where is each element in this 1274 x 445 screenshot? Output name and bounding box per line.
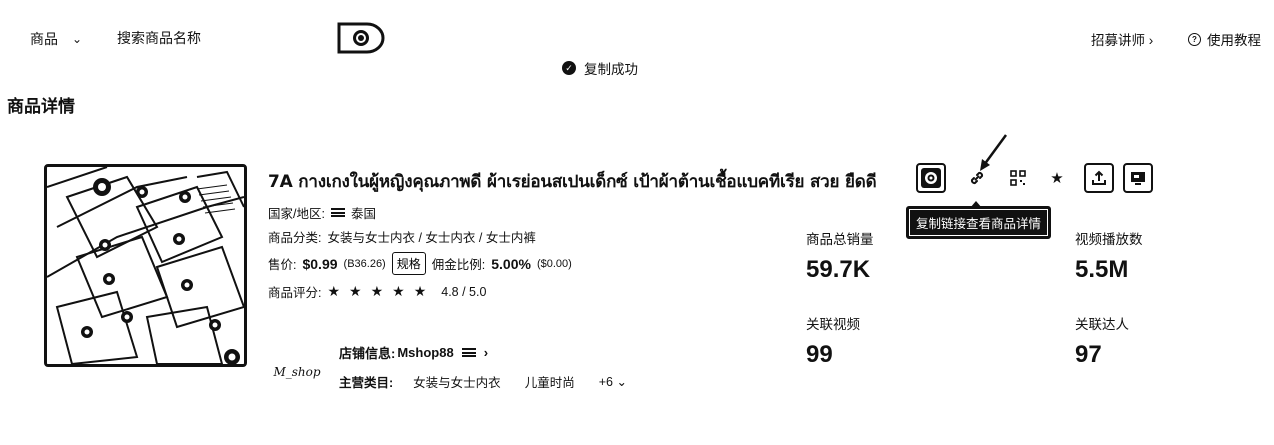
shop-category-tag[interactable]: 儿童时尚	[525, 372, 575, 391]
shop-logo[interactable]: M_shop	[266, 350, 328, 394]
category-value[interactable]: 女装与女士内衣 / 女士内衣 / 女士内裤	[327, 227, 535, 246]
shop-info-link[interactable]: 店铺信息: Mshop88 ›	[339, 343, 488, 362]
screen-icon[interactable]	[1123, 163, 1153, 193]
recruit-label: 招募讲师	[1091, 33, 1145, 48]
related-videos-label: 关联视频	[806, 317, 860, 332]
total-sales-value: 59.7K	[806, 256, 871, 283]
commission-value: 5.00%	[491, 255, 531, 272]
chevron-down-icon: ⌄	[72, 32, 83, 46]
search-scope-label: 商品	[30, 31, 58, 47]
thailand-flag-icon	[461, 348, 476, 357]
recruit-lecturer-link[interactable]: 招募讲师 ›	[1091, 29, 1153, 49]
main-category-label: 主营类目:	[339, 376, 394, 390]
total-sales-label: 商品总销量	[806, 232, 874, 247]
video-views-label: 视频播放数	[1075, 232, 1143, 247]
shop-info-label: 店铺信息:	[339, 346, 396, 361]
country-row: 国家/地区: 泰国	[268, 203, 376, 222]
tutorial-label: 使用教程	[1207, 33, 1261, 48]
country-label: 国家/地区:	[268, 207, 325, 221]
category-row: 商品分类: 女装与女士内衣 / 女士内衣 / 女士内裤	[268, 227, 536, 246]
more-count: +6	[598, 375, 613, 389]
page-title: 商品详情	[7, 97, 75, 116]
star-rating-icon: ★★★★★	[327, 283, 436, 299]
chevron-down-icon: ⌄	[616, 375, 627, 389]
help-circle-icon: ?	[1188, 32, 1201, 46]
shop-name: Mshop88	[397, 345, 454, 360]
price-row: 售价: $0.99 (B36.26) 规格 佣金比例: 5.00% ($0.00…	[268, 252, 572, 275]
price-value: $0.99	[302, 255, 338, 272]
toast-text: 复制成功	[584, 62, 638, 77]
related-creators-label: 关联达人	[1075, 317, 1129, 332]
commission-label: 佣金比例:	[431, 258, 486, 272]
chevron-right-icon: ›	[483, 345, 489, 360]
video-views-value: 5.5M	[1075, 256, 1129, 283]
more-categories-button[interactable]: +6 ⌄	[599, 374, 627, 389]
export-icon[interactable]	[1084, 163, 1114, 193]
star-icon[interactable]: ★	[1042, 163, 1072, 193]
category-label: 商品分类:	[268, 231, 322, 245]
commission-amount: ($0.00)	[536, 257, 572, 270]
search-scope-dropdown[interactable]: 商品 ⌄	[30, 29, 82, 49]
brand-logo[interactable]	[337, 22, 385, 54]
rating-row: 商品评分: ★★★★★ 4.8 / 5.0	[268, 282, 486, 301]
tutorial-link[interactable]: ? 使用教程	[1188, 29, 1261, 49]
copy-success-toast: ✓ 复制成功	[562, 58, 638, 78]
country-value: 泰国	[350, 207, 376, 221]
top-bar: 商品 ⌄ ✓ 复制成功 招募讲师 › ? 使用教程	[0, 0, 1274, 78]
price-label: 售价:	[268, 258, 297, 272]
thailand-flag-icon	[330, 208, 345, 217]
spec-button[interactable]: 规格	[391, 252, 426, 275]
chevron-right-icon: ›	[1148, 33, 1154, 48]
product-title: 7A กางเกงในผู้หญิงคุณภาพดี ผ้าเรย่อนสเปน…	[268, 172, 877, 192]
rating-label: 商品评分:	[268, 286, 322, 300]
check-circle-icon: ✓	[562, 61, 576, 75]
pointer-arrow-icon	[980, 134, 1008, 171]
tiktok-icon[interactable]	[916, 163, 946, 193]
product-image[interactable]	[44, 164, 247, 367]
search-input[interactable]	[117, 27, 317, 49]
shop-main-categories: 主营类目: 女装与女士内衣 儿童时尚 +6 ⌄	[339, 372, 627, 391]
related-creators-value: 97	[1075, 341, 1102, 368]
related-videos-value: 99	[806, 341, 833, 368]
copy-link-tooltip: 复制链接查看商品详情	[906, 201, 1052, 239]
shop-category-tag[interactable]: 女装与女士内衣	[413, 372, 501, 391]
rating-value: 4.8 / 5.0	[441, 284, 487, 299]
price-local-value: (B36.26)	[343, 257, 386, 270]
